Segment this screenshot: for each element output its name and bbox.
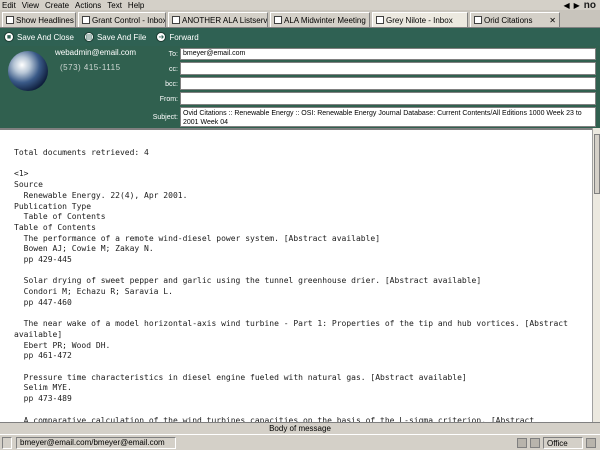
to-label: To: (168, 51, 178, 58)
forward-button[interactable]: ➜ Forward (156, 32, 199, 42)
tab-ala-midwinter[interactable]: ALA Midwinter Meeting (270, 12, 370, 27)
page-icon (6, 16, 14, 24)
menu-view[interactable]: View (22, 1, 39, 10)
back-arrow-icon[interactable]: ◀ (563, 1, 569, 10)
action-toolbar: ■ Save And Close ▤ Save And File ➜ Forward (0, 28, 600, 46)
cc-field[interactable] (180, 62, 596, 75)
sender-phone: (573) 415-1115 (60, 63, 121, 72)
mail-icon (474, 16, 482, 24)
tray-icon[interactable] (517, 438, 527, 448)
message-body[interactable]: Total documents retrieved: 4 <1> Source … (0, 128, 592, 422)
page-icon (274, 16, 282, 24)
close-icon[interactable]: ✕ (549, 16, 556, 25)
menu-bar: Edit View Create Actions Text Help ◀ ▶ n… (0, 0, 600, 11)
from-field[interactable] (180, 92, 596, 105)
forward-icon: ➜ (156, 32, 167, 42)
sender-address: webadmin@email.com (55, 48, 137, 57)
menu-create[interactable]: Create (45, 1, 69, 10)
message-header: webadmin@email.com (573) 415-1115 To: bm… (0, 46, 600, 128)
menu-edit[interactable]: Edit (2, 1, 16, 10)
mail-icon (82, 16, 90, 24)
menu-help[interactable]: Help (128, 1, 144, 10)
window-tabs: Show Headlines Grant Control - Inbox ANO… (0, 10, 600, 28)
mail-icon (376, 16, 384, 24)
tab-grant-control[interactable]: Grant Control - Inbox (78, 12, 166, 27)
tab-show-headlines[interactable]: Show Headlines (2, 12, 76, 27)
subject-field[interactable]: Ovid Citations :: Renewable Energy :: OS… (180, 107, 596, 127)
globe-icon (8, 51, 48, 91)
office-indicator[interactable]: Office (543, 437, 583, 449)
tray-icon[interactable] (586, 438, 596, 448)
window-controls: ◀ ▶ no (563, 0, 596, 11)
save-icon: ■ (4, 32, 14, 42)
bcc-label: bcc: (165, 81, 178, 88)
status-tray: Office (517, 437, 596, 449)
forward-arrow-icon[interactable]: ▶ (574, 1, 580, 10)
body-of-message-label: Body of message (0, 422, 600, 434)
page-icon (172, 16, 180, 24)
from-label: From: (159, 96, 178, 103)
bcc-field[interactable] (180, 77, 596, 90)
subject-label: Subject: (152, 114, 178, 121)
tab-grey-nilote[interactable]: Grey Nilote - Inbox (372, 12, 468, 27)
menu-actions[interactable]: Actions (75, 1, 101, 10)
scrollbar-thumb[interactable] (594, 134, 600, 194)
status-bar: bmeyer@email.com/bmeyer@email.com Office (0, 434, 600, 450)
tray-icon[interactable] (530, 438, 540, 448)
tab-ovid-citations[interactable]: Orid Citations ✕ (470, 12, 560, 27)
save-and-file-button[interactable]: ▤ Save And File (83, 32, 146, 42)
menu-text[interactable]: Text (107, 1, 122, 10)
tab-another-ala[interactable]: ANOTHER ALA Listserv Archive (168, 12, 268, 27)
folder-icon: ▤ (83, 32, 94, 42)
status-indicator-icon (2, 436, 12, 449)
vertical-scrollbar[interactable] (592, 128, 600, 422)
cc-label: cc: (169, 66, 178, 73)
save-and-close-button[interactable]: ■ Save And Close (4, 32, 74, 42)
app-logo: no (583, 0, 596, 11)
status-address: bmeyer@email.com/bmeyer@email.com (16, 436, 176, 449)
to-field[interactable]: bmeyer@email.com (180, 48, 596, 60)
